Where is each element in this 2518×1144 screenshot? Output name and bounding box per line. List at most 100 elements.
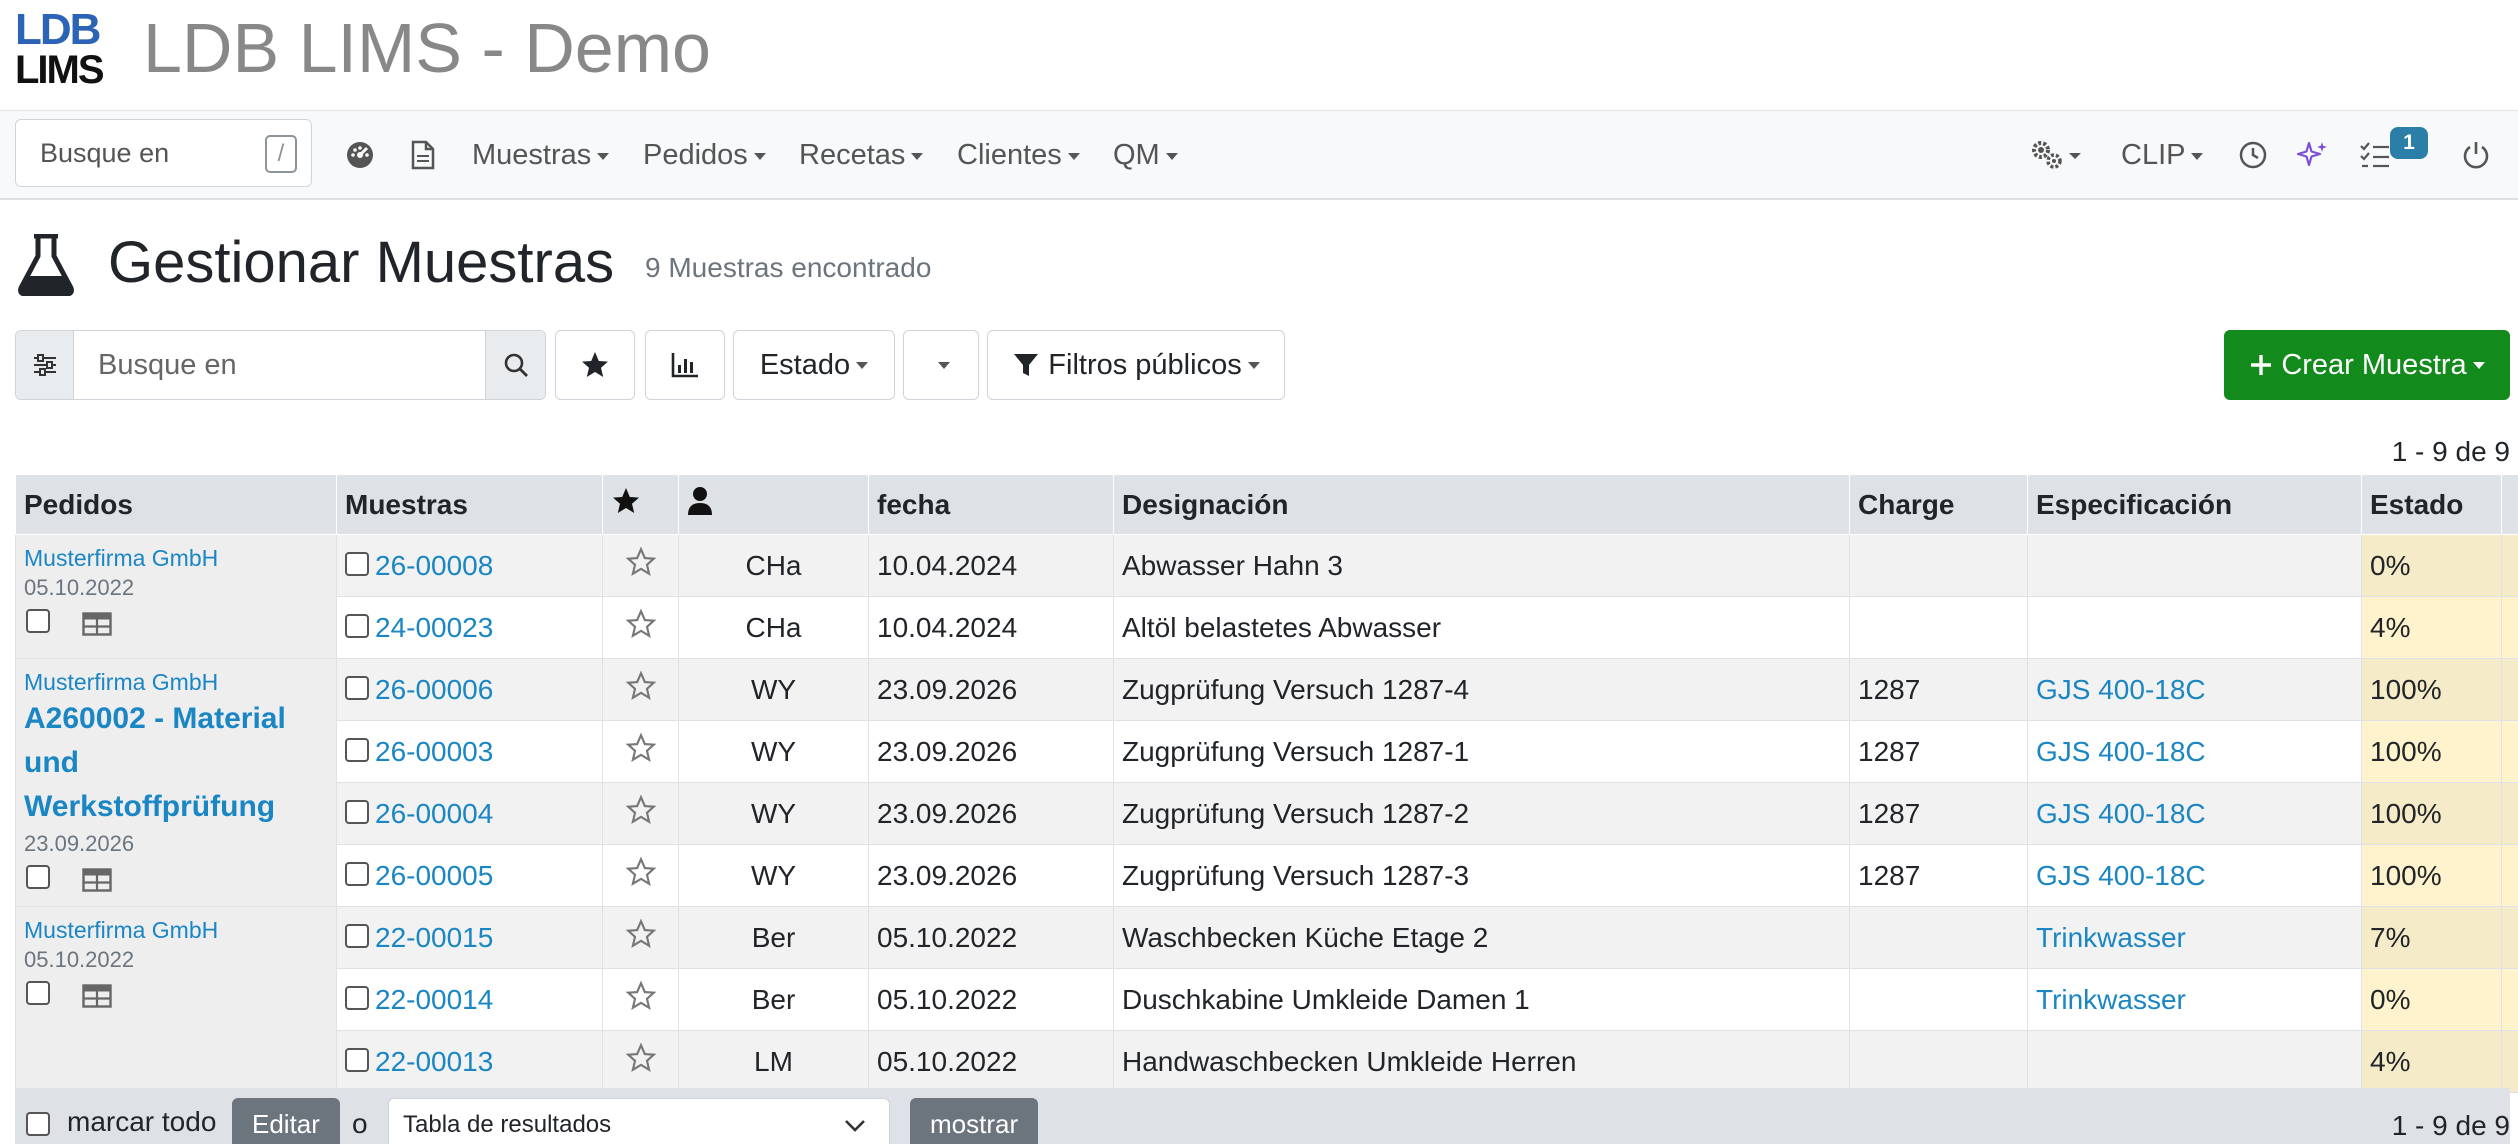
sample-id-link[interactable]: 22-00015	[375, 922, 493, 953]
sample-id-link[interactable]: 24-00023	[375, 612, 493, 643]
menu-clip[interactable]: CLIP	[2121, 135, 2203, 175]
col-user[interactable]	[678, 474, 869, 535]
sample-search-input[interactable]	[76, 331, 486, 399]
menu-qm[interactable]: QM	[1113, 135, 1178, 175]
history-clock-icon[interactable]	[2233, 135, 2273, 175]
table-view-icon[interactable]	[82, 611, 112, 643]
col-favorite[interactable]	[602, 474, 679, 535]
task-list-icon[interactable]	[2355, 135, 2395, 175]
sample-id-link[interactable]: 26-00006	[375, 674, 493, 705]
global-search-input[interactable]	[16, 120, 256, 186]
search-submit-button[interactable]	[485, 331, 545, 399]
order-checkbox[interactable]	[26, 865, 50, 889]
sample-id-link[interactable]: 26-00004	[375, 798, 493, 829]
create-sample-button[interactable]: Crear Muestra	[2224, 330, 2510, 400]
sample-id-link[interactable]: 22-00013	[375, 1046, 493, 1077]
home-icon[interactable]	[2501, 968, 2518, 1031]
sample-id-link[interactable]: 26-00008	[375, 550, 493, 581]
table-row[interactable]: 26-00005 WY 23.09.2026 Zugprüfung Versuch 1…	[16, 844, 2518, 907]
menu-recetas[interactable]: Recetas	[799, 135, 923, 175]
sample-checkbox[interactable]	[345, 738, 369, 763]
col-fecha[interactable]: fecha	[868, 474, 1114, 535]
report-icon[interactable]	[2501, 844, 2518, 907]
sample-spec-link[interactable]: Trinkwasser	[2036, 922, 2186, 953]
estado-dropdown[interactable]: Estado	[733, 330, 895, 400]
order-title-link[interactable]: A260002 - Material und Werkstoffprüfung	[24, 697, 328, 829]
sample-id-link[interactable]: 22-00014	[375, 984, 493, 1015]
ai-sparkle-icon[interactable]	[2293, 135, 2333, 175]
edit-button[interactable]: Editar	[232, 1098, 340, 1144]
sample-checkbox[interactable]	[345, 676, 369, 701]
favorite-star-icon[interactable]	[602, 782, 679, 845]
report-icon[interactable]	[2501, 658, 2518, 721]
report-icon[interactable]	[2501, 782, 2518, 845]
sample-id-link[interactable]: 26-00005	[375, 860, 493, 891]
col-pedidos[interactable]: Pedidos	[15, 474, 337, 535]
filter-sliders-button[interactable]	[16, 331, 74, 399]
table-row[interactable]: Musterfirma GmbH A260002 - Material und …	[15, 658, 2518, 907]
logo-text-top: LDB	[15, 5, 101, 54]
table-row[interactable]: 24-00023 CHa 10.04.2024 Altöl belastetes Ab…	[16, 596, 2518, 659]
table-row[interactable]: 22-00014 Ber 05.10.2022 Duschkabine Umkleid…	[16, 968, 2518, 1031]
table-view-icon[interactable]	[82, 867, 112, 899]
select-all-label[interactable]: marcar todo	[67, 1106, 216, 1138]
sample-spec-link[interactable]: GJS 400-18C	[2036, 674, 2206, 705]
settings-menu-icon[interactable]	[2028, 135, 2088, 175]
favorite-star-icon[interactable]	[602, 534, 679, 597]
select-all-checkbox[interactable]	[26, 1112, 50, 1136]
output-format-select[interactable]: Tabla de resultados	[388, 1098, 890, 1144]
sample-checkbox[interactable]	[345, 552, 369, 577]
menu-pedidos[interactable]: Pedidos	[643, 135, 766, 175]
col-muestras[interactable]: Muestras	[336, 474, 603, 535]
order-client-link[interactable]: Musterfirma GmbH	[24, 667, 328, 697]
statistics-button[interactable]	[645, 330, 725, 400]
table-row[interactable]: 22-00013 LM 05.10.2022 Handwaschbecken Umkl…	[16, 1030, 2518, 1093]
sample-checkbox[interactable]	[345, 1048, 369, 1073]
col-designacion[interactable]: Designación	[1113, 474, 1850, 535]
favorite-star-icon[interactable]	[602, 720, 679, 783]
logout-power-icon[interactable]	[2456, 135, 2496, 175]
sample-spec-link[interactable]: GJS 400-18C	[2036, 736, 2206, 767]
favorite-star-icon[interactable]	[602, 1030, 679, 1093]
show-button[interactable]: mostrar	[910, 1098, 1039, 1144]
favorites-button[interactable]	[555, 330, 635, 400]
col-especificacion[interactable]: Especificación	[2027, 474, 2362, 535]
menu-muestras[interactable]: Muestras	[472, 135, 609, 175]
dashboard-icon[interactable]	[340, 135, 380, 175]
more-dropdown[interactable]	[903, 330, 979, 400]
col-estado[interactable]: Estado	[2361, 474, 2502, 535]
table-row[interactable]: 26-00004 WY 23.09.2026 Zugprüfung Versuch 1…	[16, 782, 2518, 845]
sample-spec-link[interactable]: Trinkwasser	[2036, 984, 2186, 1015]
table-row[interactable]: Musterfirma GmbH 05.10.2022 22-00015 Ber 0…	[15, 906, 2518, 1093]
sample-checkbox[interactable]	[345, 800, 369, 825]
favorite-star-icon[interactable]	[602, 658, 679, 721]
order-checkbox[interactable]	[26, 609, 50, 633]
favorite-star-icon[interactable]	[602, 596, 679, 659]
home-icon[interactable]	[2501, 1030, 2518, 1093]
favorite-star-icon[interactable]	[602, 968, 679, 1031]
sample-checkbox[interactable]	[345, 986, 369, 1011]
document-icon[interactable]	[403, 135, 443, 175]
truck-icon[interactable]	[2501, 596, 2518, 659]
col-charge[interactable]: Charge	[1849, 474, 2028, 535]
table-row[interactable]: Musterfirma GmbH 05.10.2022 26-00008 CHa 1…	[15, 534, 2518, 659]
report-icon[interactable]	[2501, 720, 2518, 783]
home-icon[interactable]	[2501, 906, 2518, 969]
order-client-link[interactable]: Musterfirma GmbH	[24, 543, 328, 573]
sample-spec-link[interactable]: GJS 400-18C	[2036, 798, 2206, 829]
sample-checkbox[interactable]	[345, 924, 369, 949]
truck-icon[interactable]	[2501, 534, 2518, 597]
sample-checkbox[interactable]	[345, 862, 369, 887]
table-row[interactable]: 26-00003 WY 23.09.2026 Zugprüfung Versuch 1…	[16, 720, 2518, 783]
sample-spec-link[interactable]: GJS 400-18C	[2036, 860, 2206, 891]
ldb-lims-logo[interactable]: LDB LIMS	[15, 5, 111, 91]
order-checkbox[interactable]	[26, 981, 50, 1005]
table-view-icon[interactable]	[82, 983, 112, 1015]
public-filters-dropdown[interactable]: Filtros públicos	[987, 330, 1285, 400]
favorite-star-icon[interactable]	[602, 844, 679, 907]
menu-clientes[interactable]: Clientes	[957, 135, 1080, 175]
favorite-star-icon[interactable]	[602, 906, 679, 969]
sample-id-link[interactable]: 26-00003	[375, 736, 493, 767]
order-client-link[interactable]: Musterfirma GmbH	[24, 915, 328, 945]
sample-checkbox[interactable]	[345, 614, 369, 639]
